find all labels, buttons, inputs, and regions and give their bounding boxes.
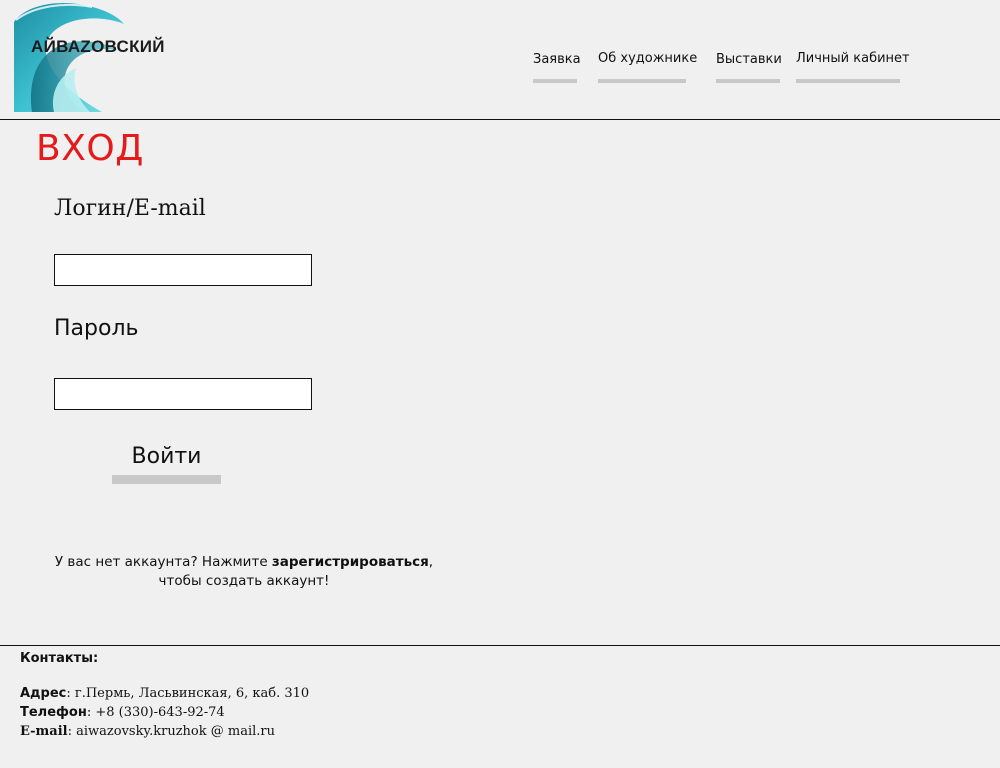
register-suffix: , bbox=[428, 554, 434, 570]
login-label: Логин/E-mail bbox=[54, 196, 206, 221]
nav-label: Выставки bbox=[716, 52, 782, 67]
nav-item-application[interactable]: Заявка bbox=[533, 52, 581, 83]
phone-line: Телефон: +8 (330)-643-92-74 bbox=[20, 703, 309, 722]
address-line: Адрес: г.Пермь, Ласьвинская, 6, каб. 310 bbox=[20, 684, 309, 703]
footer-divider bbox=[0, 645, 1000, 646]
login-button[interactable]: Войти bbox=[112, 440, 221, 488]
phone-label: Телефон bbox=[20, 705, 87, 720]
contacts-heading: Контакты: bbox=[20, 651, 99, 666]
register-line2: чтобы создать аккаунт! bbox=[158, 573, 330, 589]
nav-underline bbox=[716, 79, 780, 83]
password-input[interactable] bbox=[54, 378, 312, 410]
footer-contacts: Контакты: Адрес: г.Пермь, Ласьвинская, 6… bbox=[20, 651, 309, 741]
logo[interactable] bbox=[14, 2, 154, 112]
email-line: E-mail: aiwazovsky.kruzhok @ mail.ru bbox=[20, 722, 309, 741]
address-label: Адрес bbox=[20, 686, 67, 701]
email-label: E-mail bbox=[20, 724, 68, 739]
nav-label: Личный кабинет bbox=[796, 51, 910, 66]
logo-text: АЙВАZОВСКИЙ bbox=[31, 37, 165, 56]
register-prefix: У вас нет аккаунта? Нажмите bbox=[54, 554, 272, 570]
register-note: У вас нет аккаунта? Нажмите зарегистриро… bbox=[54, 553, 434, 591]
nav-underline bbox=[598, 79, 686, 83]
register-link[interactable]: зарегистрироваться bbox=[272, 554, 429, 570]
nav-item-account[interactable]: Личный кабинет bbox=[796, 51, 910, 83]
address-value: : г.Пермь, Ласьвинская, 6, каб. 310 bbox=[66, 686, 310, 701]
nav-label: Заявка bbox=[533, 52, 581, 67]
nav-underline bbox=[796, 79, 900, 83]
phone-value: : +8 (330)-643-92-74 bbox=[86, 705, 225, 720]
wave-logo-icon bbox=[14, 2, 154, 112]
nav-label: Об художнике bbox=[598, 51, 698, 66]
email-value: : aiwazovsky.kruzhok @ mail.ru bbox=[67, 724, 275, 739]
page-title: ВХОД bbox=[36, 128, 144, 169]
login-button-underline bbox=[112, 475, 221, 484]
header-divider bbox=[0, 119, 1000, 120]
nav-underline bbox=[533, 79, 577, 83]
login-button-label: Войти bbox=[131, 444, 202, 469]
nav-item-about-artist[interactable]: Об художнике bbox=[598, 51, 697, 83]
nav-item-exhibitions[interactable]: Выставки bbox=[716, 52, 782, 83]
password-label: Пароль bbox=[54, 316, 139, 341]
login-email-input[interactable] bbox=[54, 254, 312, 286]
